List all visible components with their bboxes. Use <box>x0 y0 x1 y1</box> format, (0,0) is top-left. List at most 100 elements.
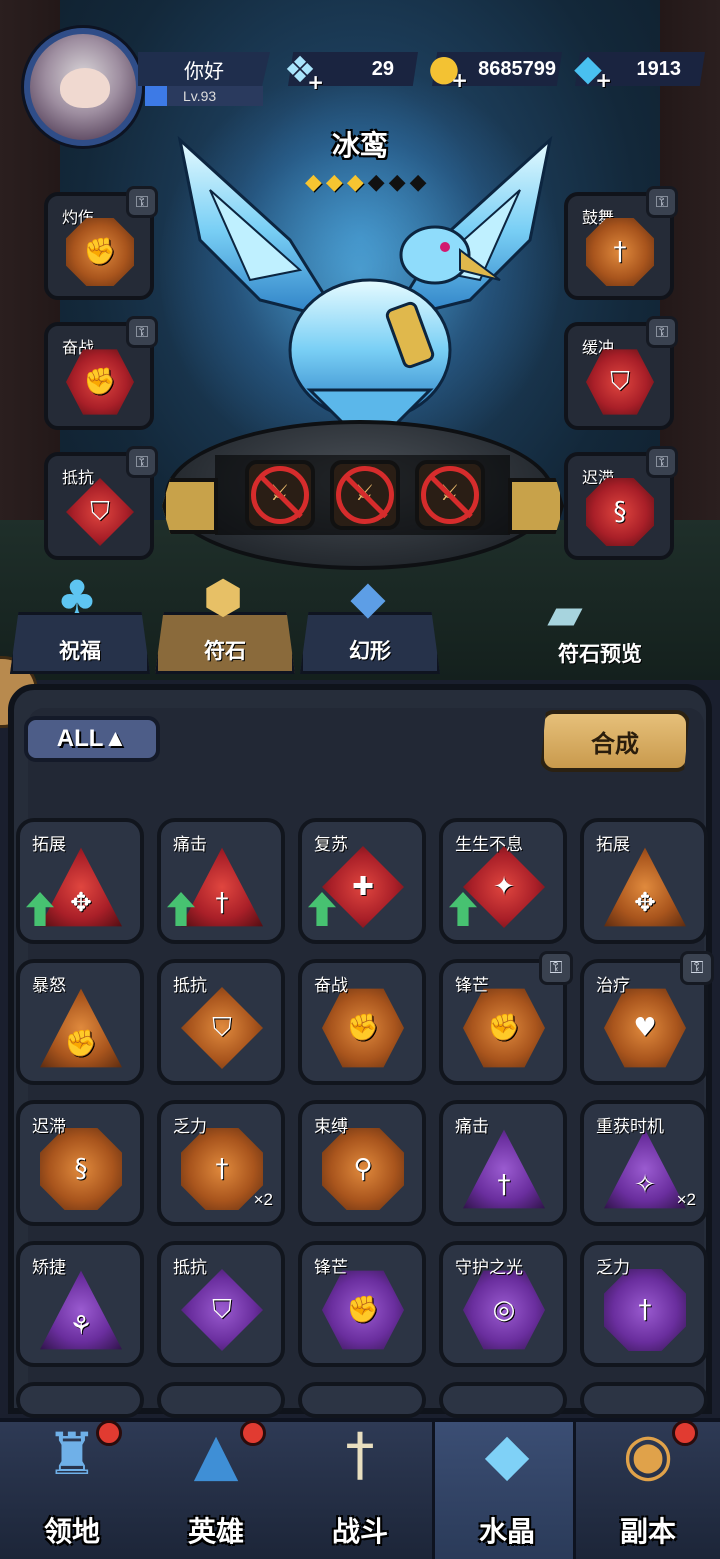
pedestal-clamp-left <box>162 478 218 534</box>
nav-label: 英雄 <box>187 1516 244 1547</box>
equipped-rune-slot[interactable]: 奋战 ✊ ⚿ <box>44 316 158 430</box>
rune-label: 锋芒 <box>455 976 489 995</box>
rune-label: 暴怒 <box>32 976 66 995</box>
rune-item[interactable]: ✥ 拓展 <box>16 818 144 944</box>
rune-gem-icon: † <box>181 847 263 927</box>
rune-label: 重获时机 <box>596 1117 664 1136</box>
rune-label: 复苏 <box>314 835 348 854</box>
rune-label: 守护之光 <box>455 1258 523 1277</box>
rune-gem-icon: † <box>604 1269 686 1351</box>
lock-icon[interactable]: ⚿ <box>646 446 678 478</box>
rune-gem-icon: ✥ <box>604 847 686 927</box>
rune-gem-icon: ✊ <box>40 988 122 1068</box>
star-empty-icon: ◆ <box>409 170 427 195</box>
rune-label: 痛击 <box>455 1117 489 1136</box>
nav-label: 战斗 <box>331 1516 388 1547</box>
clover-icon: ♣ <box>56 570 98 624</box>
rune-label: 束缚 <box>314 1117 348 1136</box>
rune-label: 乏力 <box>173 1117 207 1136</box>
rune-gem-icon: ✊ <box>463 988 545 1068</box>
nav-item[interactable]: † 战斗 <box>288 1420 432 1559</box>
rune-item[interactable]: ✊ 暴怒 <box>16 959 144 1085</box>
tab-transform-label: 幻形 <box>349 640 391 663</box>
rune-item[interactable]: † 乏力 <box>580 1241 708 1367</box>
pedestal-clamp-right <box>508 478 564 534</box>
rune-gem-icon: ⚘ <box>40 1270 122 1350</box>
nav-item[interactable]: ◆ 水晶 <box>432 1420 576 1559</box>
lock-icon[interactable]: ⚿ <box>126 446 158 478</box>
nav-label: 领地 <box>43 1516 100 1547</box>
rune-label: 奋战 <box>314 976 348 995</box>
rune-gem-icon: ◎ <box>463 1270 545 1350</box>
nav-item[interactable]: ♜ 领地 <box>0 1420 144 1559</box>
rune-gem-icon: § <box>40 1128 122 1210</box>
shield-rune-icon: ⛉ <box>586 349 654 415</box>
rune-item[interactable]: ✊ 奋战 <box>298 959 426 1085</box>
rune-quantity: ×2 <box>676 1190 696 1209</box>
rune-item[interactable]: ✥ 拓展 <box>580 818 708 944</box>
add-diamond-icon[interactable]: + <box>595 68 612 92</box>
gold-coin-icon[interactable]: ● + <box>418 42 470 94</box>
add-crystal-shard-icon[interactable]: + <box>307 70 324 94</box>
player-level: Lv.93 <box>183 88 217 104</box>
rune-item[interactable]: ✚ 复苏 <box>298 818 426 944</box>
locked-rune-slot[interactable] <box>245 460 315 530</box>
rune-item[interactable]: ✦ 生生不息 <box>439 818 567 944</box>
player-avatar[interactable] <box>24 28 142 146</box>
rune-item[interactable]: ✧ 重获时机 ×2 <box>580 1100 708 1226</box>
fist-rune-icon: ✊ <box>66 218 134 286</box>
bottom-navigation: ♜ 领地 ▲ 英雄 † 战斗 ◆ 水晶 ◉ 副本 <box>0 1418 720 1559</box>
rune-gem-icon: ✥ <box>40 847 122 927</box>
lock-icon[interactable]: ⚿ <box>680 951 714 985</box>
locked-rune-slot[interactable] <box>330 460 400 530</box>
rune-item[interactable]: ✊ 锋芒 ⚿ <box>439 951 573 1085</box>
player-name: 你好 <box>138 52 270 86</box>
equipped-rune-slot[interactable]: 鼓舞 † ⚿ <box>564 186 678 300</box>
prohibited-icon <box>421 466 479 524</box>
rune-item[interactable]: ✊ 锋芒 <box>298 1241 426 1367</box>
equipped-rune-slot[interactable]: 缓冲 ⛉ ⚿ <box>564 316 678 430</box>
compose-button[interactable]: 合成 <box>540 710 690 772</box>
lock-icon[interactable]: ⚿ <box>646 316 678 348</box>
rune-label: 抵抗 <box>173 1258 207 1277</box>
shield-rune-icon: ⛉ <box>66 478 134 546</box>
lock-icon[interactable]: ⚿ <box>126 316 158 348</box>
lock-icon[interactable]: ⚿ <box>126 186 158 218</box>
rune-item[interactable]: † 痛击 <box>157 818 285 944</box>
rune-item[interactable]: § 迟滞 <box>16 1100 144 1226</box>
prohibited-icon <box>336 466 394 524</box>
notification-badge <box>672 1420 698 1446</box>
rune-gem-icon: ♥ <box>604 988 686 1068</box>
rune-item[interactable]: ⚘ 矫捷 <box>16 1241 144 1367</box>
rune-item[interactable]: ♥ 治疗 ⚿ <box>580 951 714 1085</box>
rune-tabs: 祝福 符石 幻形 符石预览 ♣ ⬢ ◆ ▰ <box>0 560 720 680</box>
castle-icon: ♜ <box>46 1420 98 1488</box>
rune-item[interactable]: ⛉ 抵抗 <box>157 1241 285 1367</box>
player-level-bar: Lv.93 <box>145 86 263 106</box>
crystal-shard-icon[interactable]: ❖ + <box>274 44 326 96</box>
rune-item[interactable]: ◎ 守护之光 <box>439 1241 567 1367</box>
equipped-rune-slot[interactable]: 迟滞 § ⚿ <box>564 446 678 560</box>
rune-item[interactable]: † 乏力 ×2 <box>157 1100 285 1226</box>
locked-rune-slot[interactable] <box>415 460 485 530</box>
wizard-hat-icon: ▲ <box>193 1420 239 1488</box>
rune-label: 抵抗 <box>173 976 207 995</box>
gold-value: 8685799 <box>478 57 556 80</box>
crystal-orb-icon: ◆ <box>484 1420 530 1488</box>
upgrade-arrow-icon <box>308 892 336 926</box>
star-empty-icon: ◆ <box>367 170 385 195</box>
add-gold-icon[interactable]: + <box>451 68 468 92</box>
lock-icon[interactable]: ⚿ <box>539 951 573 985</box>
notification-badge <box>96 1420 122 1446</box>
nav-item[interactable]: ◉ 副本 <box>576 1420 720 1559</box>
lock-icon[interactable]: ⚿ <box>646 186 678 218</box>
equipped-rune-slot[interactable]: 抵抗 ⛉ ⚿ <box>44 446 158 560</box>
filter-all-button[interactable]: ALL▲ <box>24 716 160 762</box>
rune-label: 矫捷 <box>32 1258 66 1277</box>
diamond-icon[interactable]: ◆ + <box>562 42 614 94</box>
equipped-rune-slot[interactable]: 灼伤 ✊ ⚿ <box>44 186 158 300</box>
rune-item[interactable]: ⛉ 抵抗 <box>157 959 285 1085</box>
nav-item[interactable]: ▲ 英雄 <box>144 1420 288 1559</box>
rune-item[interactable]: † 痛击 <box>439 1100 567 1226</box>
rune-item[interactable]: ⚲ 束缚 <box>298 1100 426 1226</box>
